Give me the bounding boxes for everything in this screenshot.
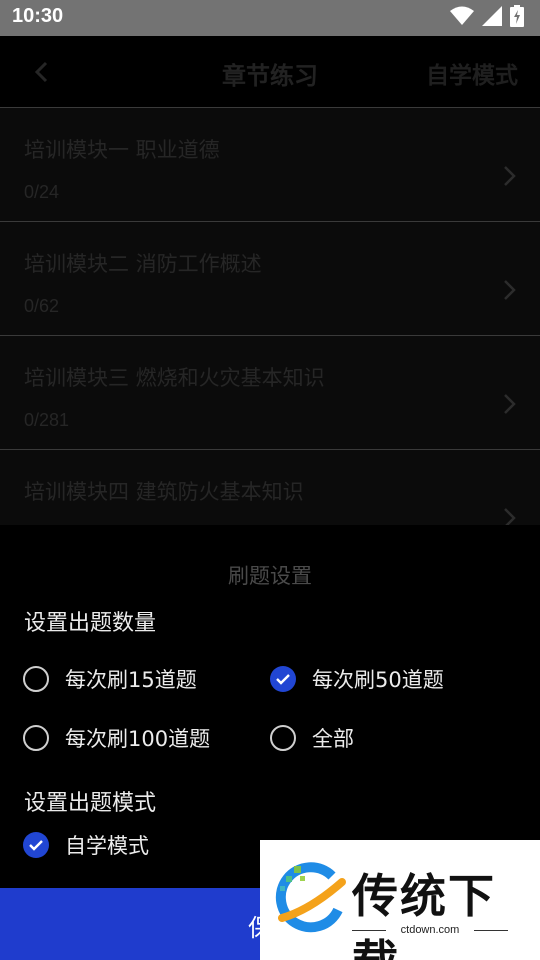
watermark-divider [474,930,508,931]
watermark-brand: 传统下载 [352,869,496,960]
sheet-title: 刷题设置 [228,564,312,588]
radio-unchecked-icon[interactable] [270,725,296,751]
battery-charging-icon [510,5,524,31]
list-item[interactable]: 培训模块一 职业道德 0/24 [0,108,540,222]
chapter-progress: 0/24 [24,182,60,202]
ctdown-logo-icon [272,862,348,942]
chevron-right-icon [502,392,518,416]
status-time: 10:30 [12,5,64,27]
radio-checked-icon[interactable] [23,832,49,858]
app-bar: 章节练习 自学模式 [0,36,540,108]
status-bar: 10:30 [0,0,540,36]
chevron-right-icon [502,164,518,188]
chapter-list: 培训模块一 职业道德 0/24 培训模块二 消防工作概述 0/62 培训模块三 … [0,108,540,564]
list-item[interactable]: 培训模块二 消防工作概述 0/62 [0,222,540,336]
option-label: 全部 [312,727,354,751]
list-item[interactable]: 培训模块三 燃烧和火灾基本知识 0/281 [0,336,540,450]
option-label: 每次刷15道题 [65,668,197,692]
status-icons [450,5,524,31]
chapter-title: 培训模块一 职业道德 [24,138,220,162]
signal-icon [482,6,502,30]
question-count-label: 设置出题数量 [24,611,157,636]
option-15-questions[interactable]: 每次刷15道题 [23,663,197,695]
watermark: 传统下载 ctdown.com [260,840,540,960]
option-label: 每次刷50道题 [312,668,444,692]
option-all-questions[interactable]: 全部 [270,722,354,754]
wifi-icon [450,6,474,30]
chapter-title: 培训模块四 建筑防火基本知识 [24,480,304,504]
chapter-title: 培训模块三 燃烧和火灾基本知识 [24,366,325,390]
option-label: 自学模式 [65,834,149,858]
chapter-title: 培训模块二 消防工作概述 [24,252,262,276]
option-self-study-mode[interactable]: 自学模式 [23,829,149,861]
radio-checked-icon[interactable] [270,666,296,692]
chapter-progress: 0/62 [24,296,60,316]
chevron-right-icon [502,278,518,302]
self-study-mode-link[interactable]: 自学模式 [426,56,518,90]
radio-unchecked-icon[interactable] [23,666,49,692]
chapter-progress: 0/281 [24,410,70,430]
question-mode-label: 设置出题模式 [24,791,157,816]
radio-unchecked-icon[interactable] [23,725,49,751]
option-50-questions[interactable]: 每次刷50道题 [270,663,444,695]
option-label: 每次刷100道题 [65,727,211,751]
option-100-questions[interactable]: 每次刷100道题 [23,722,210,754]
